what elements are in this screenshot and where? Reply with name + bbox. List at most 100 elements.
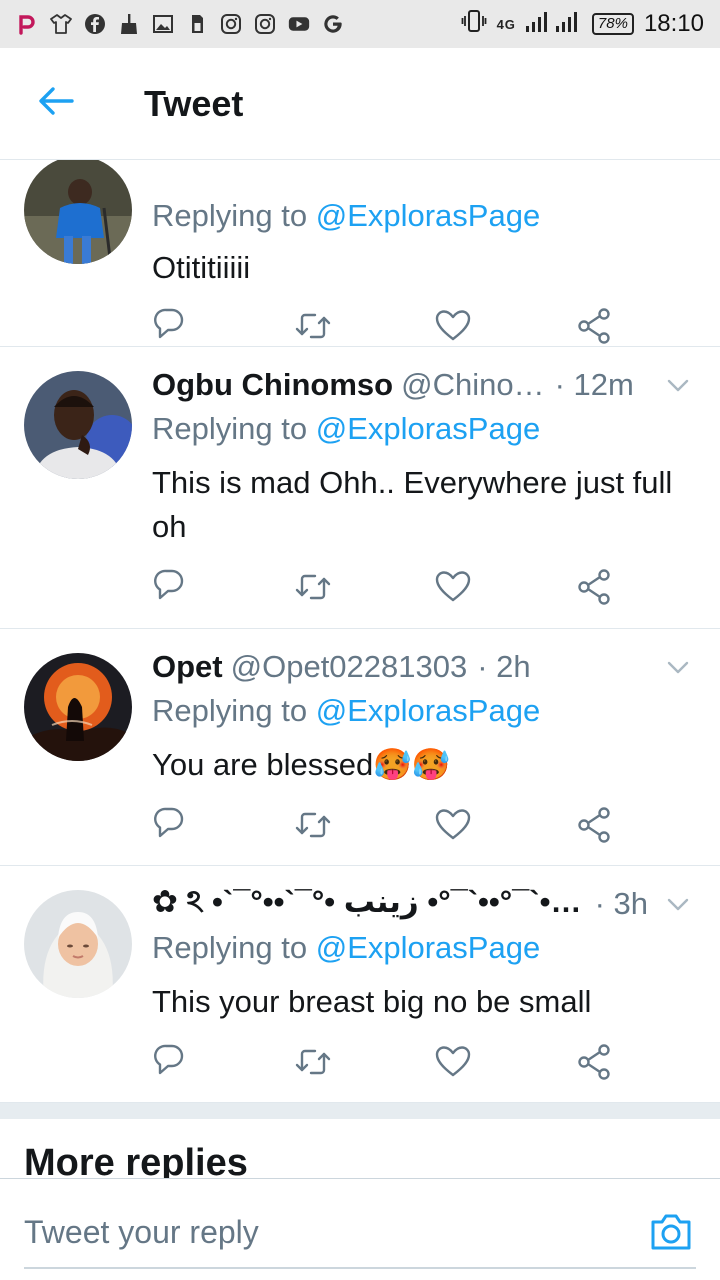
tshirt-icon [50, 13, 72, 35]
replying-to-label: Replying to [152, 930, 308, 965]
clock: 18:10 [643, 10, 704, 37]
camera-icon [651, 1214, 691, 1250]
like-button[interactable] [433, 567, 473, 607]
tweet-menu-button[interactable] [648, 896, 690, 912]
heart-icon [435, 1046, 471, 1077]
tweet[interactable]: Opet @Opet02281303 2h Replying to @Explo… [0, 629, 720, 866]
tweet[interactable]: Ogbu Chinomso @Chino… 12m Replying to @E… [0, 347, 720, 629]
mention-link[interactable]: @ExplorasPage [316, 198, 540, 233]
reply-button[interactable] [152, 306, 192, 346]
share-button[interactable] [574, 1042, 614, 1082]
replying-to-label: Replying to [152, 693, 308, 728]
replying-to: Replying to @ExplorasPage [152, 198, 540, 234]
author-name[interactable]: Opet [152, 649, 223, 685]
replying-to-label: Replying to [152, 198, 308, 233]
reply-button[interactable] [152, 1042, 192, 1082]
tweet-header: Ogbu Chinomso @Chino… 12m [152, 365, 690, 405]
avatar[interactable] [24, 371, 132, 479]
reply-input[interactable] [24, 1209, 624, 1255]
tweet-menu-button[interactable] [648, 377, 690, 393]
instagram-icon [220, 13, 242, 35]
retweet-icon [295, 812, 331, 838]
share-icon [578, 569, 610, 605]
avatar[interactable] [24, 890, 132, 998]
more-replies-heading: More replies [24, 1142, 248, 1178]
section-divider [0, 1103, 720, 1119]
share-button[interactable] [574, 805, 614, 845]
retweet-icon [295, 574, 331, 600]
tweet-menu-button[interactable] [648, 659, 690, 675]
like-button[interactable] [433, 805, 473, 845]
tweet-actions [152, 567, 622, 607]
retweet-button[interactable] [293, 1042, 333, 1082]
broom-icon [118, 13, 140, 35]
replying-to: Replying to @ExplorasPage [152, 411, 540, 447]
like-button[interactable] [433, 1042, 473, 1082]
camera-button[interactable] [648, 1209, 694, 1255]
tweet-actions [152, 1042, 622, 1082]
share-icon [578, 807, 610, 843]
author-name[interactable]: Ogbu Chinomso [152, 367, 393, 403]
avatar[interactable] [24, 653, 132, 761]
share-icon [578, 308, 610, 344]
replying-to: Replying to @ExplorasPage [152, 930, 540, 966]
retweet-button[interactable] [293, 567, 333, 607]
tweet-text: This your breast big no be small [152, 984, 592, 1019]
reply-icon [154, 308, 184, 339]
facebook-icon [84, 13, 106, 35]
tweet[interactable]: Replying to @ExplorasPage Otititiiiii [0, 160, 720, 347]
app-header: Tweet [0, 48, 720, 160]
reply-icon [154, 807, 184, 838]
share-button[interactable] [574, 567, 614, 607]
tweet-actions [152, 805, 622, 845]
retweet-button[interactable] [293, 805, 333, 845]
reply-icon [154, 569, 184, 600]
share-button[interactable] [574, 306, 614, 346]
tweet[interactable]: ✿ ঽ •`¯°••`¯°• زينب •°¯`••°¯`• … 3h Repl… [0, 866, 720, 1103]
vibrate-icon [461, 9, 487, 40]
heart-icon [435, 310, 471, 341]
network-type: 4G [496, 16, 516, 32]
heart-icon [435, 809, 471, 840]
picsart-icon [16, 13, 38, 35]
tweet-text: You are blessed🥵🥵 [152, 747, 451, 782]
arrow-left-icon [38, 86, 74, 121]
chevron-down-icon [667, 379, 689, 392]
avatar[interactable] [24, 160, 132, 264]
replies-timeline[interactable]: Replying to @ExplorasPage Otititiiiii Og… [0, 160, 720, 1178]
mention-link[interactable]: @ExplorasPage [316, 930, 540, 965]
replying-to-label: Replying to [152, 411, 308, 446]
reply-composer [0, 1178, 720, 1280]
reply-icon [154, 1044, 184, 1075]
gallery-icon [152, 13, 174, 35]
tweet-header: ✿ ঽ •`¯°••`¯°• زينب •°¯`••°¯`• … 3h [152, 884, 690, 924]
back-button[interactable] [26, 74, 86, 134]
mention-link[interactable]: @ExplorasPage [316, 411, 540, 446]
notification-icons [16, 13, 344, 35]
tweet-text: This is mad Ohh.. Everywhere just full o… [152, 465, 673, 544]
system-icons: 4G 78% 18:10 [461, 9, 704, 40]
status-bar: 4G 78% 18:10 [0, 0, 720, 48]
instagram-icon [254, 13, 276, 35]
signal-icon [525, 10, 582, 39]
heart-icon [435, 571, 471, 602]
tweet-time: 3h [595, 886, 648, 922]
google-icon [322, 13, 344, 35]
author-handle[interactable]: @Opet02281303 [231, 649, 468, 685]
author-handle[interactable]: @Chino… [401, 367, 544, 403]
tweet-header: Opet @Opet02281303 2h [152, 647, 690, 687]
tweet-actions [152, 306, 622, 346]
author-name[interactable]: ✿ ঽ •`¯°••`¯°• زينب •°¯`••°¯`• … [152, 878, 585, 930]
mention-link[interactable]: @ExplorasPage [316, 693, 540, 728]
tweet-text: Otititiiiii [152, 250, 251, 285]
reply-button[interactable] [152, 805, 192, 845]
retweet-button[interactable] [293, 306, 333, 346]
chevron-down-icon [667, 898, 689, 911]
chevron-down-icon [667, 661, 689, 674]
like-button[interactable] [433, 306, 473, 346]
battery-indicator: 78% [591, 13, 634, 35]
youtube-icon [288, 13, 310, 35]
reply-button[interactable] [152, 567, 192, 607]
retweet-icon [295, 313, 331, 339]
tweet-time: 2h [477, 649, 530, 685]
